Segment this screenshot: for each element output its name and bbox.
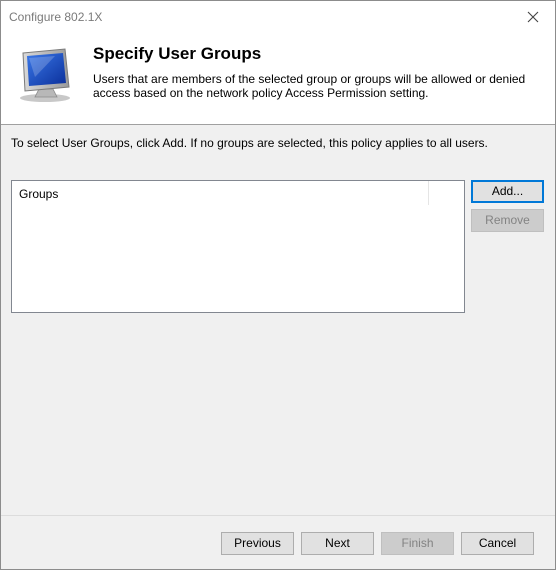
cancel-button[interactable]: Cancel (461, 532, 534, 555)
title-bar: Configure 802.1X (1, 1, 555, 34)
remove-button[interactable]: Remove (471, 209, 544, 232)
close-button[interactable] (511, 1, 555, 34)
next-button[interactable]: Next (301, 532, 374, 555)
previous-button[interactable]: Previous (221, 532, 294, 555)
wizard-header: Specify User Groups Users that are membe… (1, 34, 555, 124)
groups-column-label: Groups (19, 187, 59, 201)
close-icon (527, 11, 539, 23)
computer-monitor-icon (20, 48, 70, 102)
add-button[interactable]: Add... (471, 180, 544, 203)
footer-divider (1, 515, 555, 516)
header-divider (1, 124, 555, 125)
dialog-window: Configure 802.1X Specify User Groups Use… (0, 0, 556, 570)
instruction-text: To select User Groups, click Add. If no … (11, 136, 488, 150)
groups-list[interactable]: Groups (11, 180, 465, 313)
finish-button[interactable]: Finish (381, 532, 454, 555)
page-title: Specify User Groups (93, 44, 262, 63)
groups-column-header[interactable]: Groups (12, 181, 429, 205)
window-title: Configure 802.1X (9, 10, 103, 24)
page-description: Users that are members of the selected g… (93, 72, 526, 100)
